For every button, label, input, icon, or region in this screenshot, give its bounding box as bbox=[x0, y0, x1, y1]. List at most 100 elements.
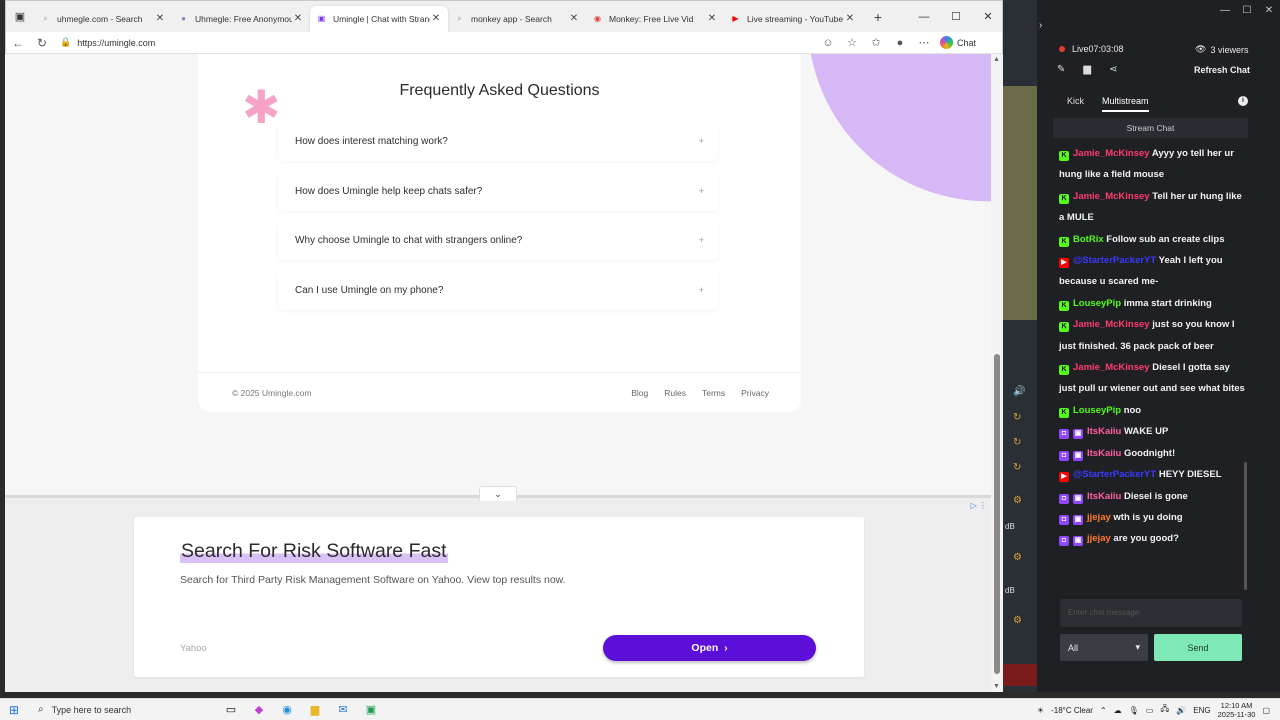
chat-username[interactable]: BotRix bbox=[1073, 234, 1104, 245]
task-view-icon[interactable]: ▭ bbox=[222, 702, 240, 718]
chat-scrollbar[interactable] bbox=[1244, 462, 1247, 590]
chat-username[interactable]: Jamie_McKinsey bbox=[1073, 148, 1150, 159]
windows-start-icon[interactable]: ⊞ bbox=[0, 703, 28, 717]
background-window-strip: 🔊 ↻ ↻ ↻ ⚙ dB ⚙ dB ⚙ bbox=[1003, 0, 1037, 692]
twitch-badge-icon: ◘ bbox=[1059, 514, 1069, 525]
chat-username[interactable]: Jamie_McKinsey bbox=[1073, 362, 1150, 373]
twitch-badge-icon: ◘ bbox=[1059, 429, 1069, 440]
microphone-icon[interactable]: 🎙 bbox=[1129, 706, 1139, 715]
chat-username[interactable]: jjejay bbox=[1087, 512, 1111, 523]
weather-text[interactable]: -18°C Clear bbox=[1051, 706, 1093, 715]
live-indicator-icon bbox=[1059, 46, 1065, 52]
chat-username[interactable]: ItsKaiiu bbox=[1087, 448, 1121, 459]
onedrive-icon[interactable]: ☁ bbox=[1114, 706, 1122, 715]
faq-question: How does Umingle help keep chats safer? bbox=[295, 185, 483, 197]
gear-icon: ⚙ bbox=[1013, 552, 1022, 563]
chevron-up-icon[interactable]: ⌃ bbox=[1100, 706, 1107, 715]
faq-item[interactable]: Can I use Umingle on my phone? + bbox=[278, 270, 718, 310]
gear-icon: ⚙ bbox=[1013, 495, 1022, 506]
clock[interactable]: 12:10 AM 2025-11-30 bbox=[1218, 701, 1256, 719]
info-icon[interactable]: i bbox=[1238, 96, 1248, 106]
faq-question: Can I use Umingle on my phone? bbox=[295, 284, 444, 296]
decorative-blob bbox=[807, 54, 991, 230]
display-icon[interactable]: ▭ bbox=[1146, 706, 1154, 715]
notifications-icon[interactable]: ▢ bbox=[1262, 706, 1270, 715]
edge-browser-icon[interactable]: ◉ bbox=[278, 702, 296, 718]
footer-link-terms[interactable]: Terms bbox=[702, 388, 725, 398]
background-preview bbox=[1003, 664, 1037, 686]
share-icon[interactable]: ⋖ bbox=[1109, 64, 1117, 75]
streaming-app-icon[interactable]: ▣ bbox=[362, 702, 380, 718]
faq-item[interactable]: Why choose Umingle to chat with stranger… bbox=[278, 220, 718, 260]
faq-item[interactable]: How does Umingle help keep chats safer? … bbox=[278, 171, 718, 211]
tab-multistream[interactable]: Multistream bbox=[1102, 96, 1149, 112]
ad-open-button[interactable]: Open › bbox=[603, 635, 816, 661]
stream-chat-label: Stream Chat bbox=[1053, 118, 1248, 138]
chat-username[interactable]: @StarterPackerYT bbox=[1073, 469, 1156, 480]
close-icon[interactable]: ✕ bbox=[1258, 5, 1280, 16]
scrollbar-thumb[interactable] bbox=[994, 354, 1000, 674]
db-label: dB bbox=[1005, 522, 1015, 531]
chevron-right-icon[interactable]: › bbox=[1039, 20, 1042, 31]
twitch-sub-badge-icon: ▣ bbox=[1073, 536, 1083, 547]
file-explorer-icon[interactable]: ▆ bbox=[306, 702, 324, 718]
chat-text: noo bbox=[1123, 404, 1142, 416]
network-icon[interactable]: 🖧 bbox=[1160, 703, 1169, 717]
footer-link-blog[interactable]: Blog bbox=[631, 388, 648, 398]
expand-plus-icon: + bbox=[698, 136, 704, 146]
kick-badge-icon: K bbox=[1059, 300, 1069, 311]
ad-card[interactable]: Search For Risk Software Fast Search for… bbox=[134, 517, 864, 677]
chat-message: K Jamie_McKinsey Tell her ur hung like a … bbox=[1059, 186, 1245, 229]
chat-username[interactable]: Jamie_McKinsey bbox=[1073, 319, 1150, 330]
chat-username[interactable]: @StarterPackerYT bbox=[1073, 255, 1156, 266]
chat-username[interactable]: ItsKaiiu bbox=[1087, 426, 1121, 437]
db-label: dB bbox=[1005, 586, 1015, 595]
weather-icon[interactable]: ☀ bbox=[1037, 706, 1044, 715]
chat-username[interactable]: LouseyPip bbox=[1073, 405, 1121, 416]
scroll-down-icon[interactable]: ▼ bbox=[993, 683, 1000, 690]
twitch-sub-badge-icon: ▣ bbox=[1073, 429, 1083, 440]
taskbar-search[interactable]: ⌕ Type here to search bbox=[28, 699, 218, 720]
chat-message: ◘ ▣ jjejay wth is yu doing bbox=[1059, 507, 1245, 528]
ad-headline[interactable]: Search For Risk Software Fast bbox=[180, 540, 448, 563]
panel-tools: ✎ ▆ ⋖ bbox=[1057, 64, 1117, 75]
send-button[interactable]: Send bbox=[1154, 634, 1242, 661]
language-indicator[interactable]: ENG bbox=[1193, 706, 1210, 715]
mail-icon[interactable]: ✉ bbox=[334, 702, 352, 718]
copilot-app-icon[interactable]: ◆ bbox=[250, 702, 268, 718]
footer-links: Blog Rules Terms Privacy bbox=[631, 388, 769, 398]
kick-badge-icon: K bbox=[1059, 407, 1069, 418]
refresh-chat-button[interactable]: Refresh Chat bbox=[1194, 65, 1250, 75]
scroll-up-icon[interactable]: ▲ bbox=[993, 56, 1000, 63]
twitch-sub-badge-icon: ▣ bbox=[1073, 514, 1083, 525]
adchoices-icon[interactable]: ▷ ⋮ bbox=[971, 501, 987, 510]
kick-badge-icon: K bbox=[1059, 365, 1069, 376]
ad-source: Yahoo bbox=[180, 643, 207, 654]
chat-username[interactable]: LouseyPip bbox=[1073, 298, 1121, 309]
chat-message: K Jamie_McKinsey Diesel I gotta say just … bbox=[1059, 357, 1245, 400]
footer-link-rules[interactable]: Rules bbox=[664, 388, 686, 398]
page-scrollbar[interactable]: ▲ ▼ bbox=[991, 54, 1003, 692]
footer-link-privacy[interactable]: Privacy bbox=[741, 388, 769, 398]
refresh-icon: ↻ bbox=[1013, 412, 1022, 423]
eye-icon: 👁 bbox=[1195, 44, 1207, 54]
tab-kick[interactable]: Kick bbox=[1067, 96, 1084, 112]
chat-text: imma start drinking bbox=[1123, 297, 1212, 309]
chat-username[interactable]: jjejay bbox=[1087, 533, 1111, 544]
ad-banner: ⌄ ▷ ⋮ Search For Risk Software Fast Sear… bbox=[5, 486, 991, 692]
maximize-icon[interactable]: ☐ bbox=[1236, 5, 1258, 16]
refresh-icon: ↻ bbox=[1013, 462, 1022, 473]
clapper-icon[interactable]: ▆ bbox=[1083, 64, 1091, 75]
ad-collapse-chevron-icon[interactable]: ⌄ bbox=[479, 486, 517, 501]
chat-username[interactable]: ItsKaiiu bbox=[1087, 491, 1121, 502]
minimize-icon[interactable]: — bbox=[1214, 5, 1236, 16]
search-icon: ⌕ bbox=[38, 704, 44, 715]
chat-message-input[interactable]: Enter chat message bbox=[1060, 599, 1242, 627]
faq-item[interactable]: How does interest matching work? + bbox=[278, 121, 718, 161]
platform-select[interactable]: All ▾ bbox=[1060, 634, 1148, 661]
volume-icon[interactable]: 🔊 bbox=[1176, 706, 1186, 715]
chat-username[interactable]: Jamie_McKinsey bbox=[1073, 191, 1150, 202]
system-tray: ☀ -18°C Clear ⌃ ☁ 🎙 ▭ 🖧 🔊 ENG 12:10 AM 2… bbox=[1037, 699, 1280, 720]
edit-pencil-icon[interactable]: ✎ bbox=[1057, 64, 1065, 75]
youtube-badge-icon: ▶ bbox=[1059, 472, 1069, 483]
